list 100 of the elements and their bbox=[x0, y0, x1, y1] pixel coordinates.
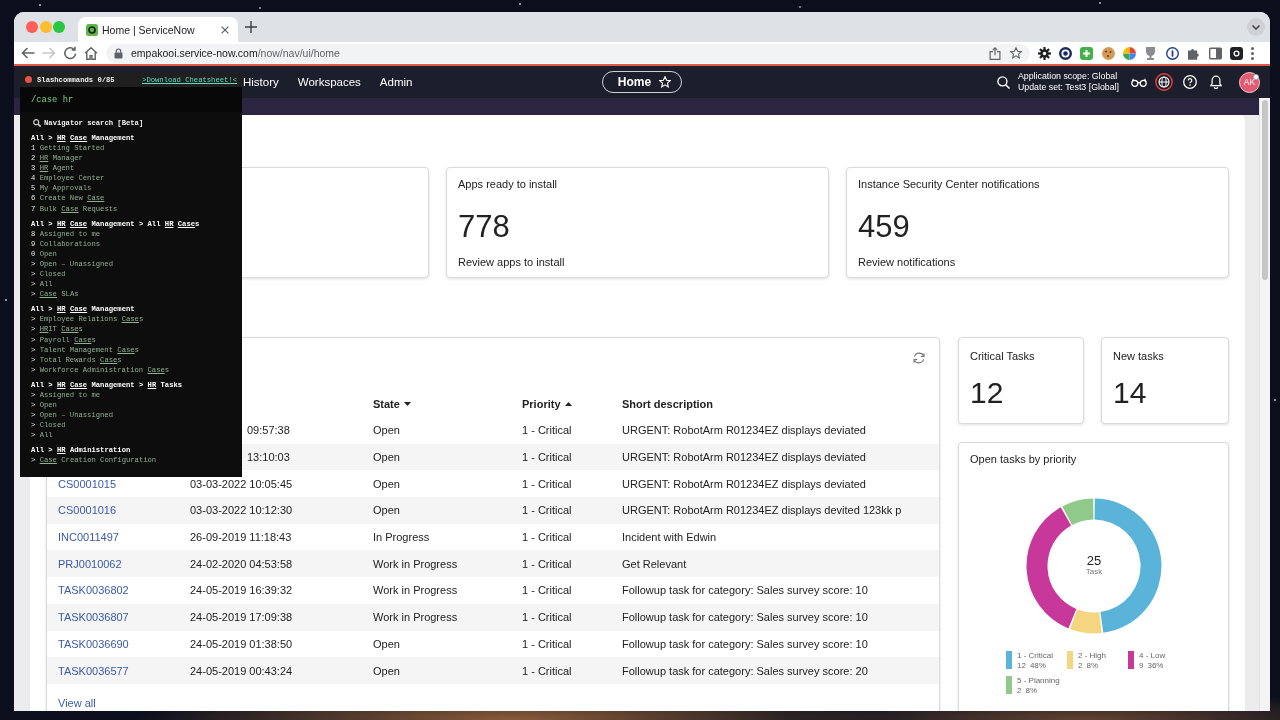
table-cell: 03-03-2022 10:05:45 bbox=[190, 477, 293, 490]
search-icon[interactable] bbox=[996, 75, 1010, 89]
update-set-text[interactable]: Update set: Test3 [Global] bbox=[1017, 82, 1119, 93]
chevron-down-icon[interactable] bbox=[1247, 18, 1265, 36]
home-icon[interactable] bbox=[84, 46, 98, 60]
record-link[interactable]: TASK0036690 bbox=[58, 637, 129, 650]
lock-icon bbox=[114, 47, 123, 59]
table-cell: 09:57:38 bbox=[247, 424, 290, 437]
table-cell: 1 - Critical bbox=[522, 477, 572, 490]
table-cell: Open bbox=[373, 664, 400, 677]
cup-icon[interactable] bbox=[1144, 46, 1158, 60]
donut-segment[interactable] bbox=[1061, 498, 1093, 525]
legend-count: 2 bbox=[1078, 660, 1083, 670]
command-input[interactable]: /case hr bbox=[20, 87, 242, 112]
table-cell: 1 - Critical bbox=[522, 637, 572, 650]
nav-menu-item[interactable]: Admin bbox=[379, 76, 413, 88]
record-link[interactable]: CS0001015 bbox=[58, 477, 117, 490]
table-cell: 24-05-2019 16:39:32 bbox=[190, 584, 293, 597]
table-cell: Followup task for category: Sales survey score: 10 bbox=[622, 637, 868, 650]
table-cell: Work in Progress bbox=[373, 611, 458, 624]
help-icon[interactable] bbox=[1183, 75, 1197, 89]
table-cell: 1 - Critical bbox=[522, 611, 572, 624]
record-link[interactable]: TASK0036807 bbox=[58, 611, 129, 624]
table-cell: 1 - Critical bbox=[522, 664, 572, 677]
legend-count: 2 bbox=[1017, 685, 1022, 695]
table-cell: 1 - Critical bbox=[522, 531, 572, 544]
table-cell: URGENT: RobotArm R01234EZ displays devited 123kk p bbox=[622, 504, 902, 517]
application-scope-text[interactable]: Application scope: Global bbox=[1017, 71, 1119, 82]
chart-total: 25 bbox=[1086, 553, 1101, 568]
scrollbar[interactable] bbox=[1259, 98, 1270, 711]
nav-menu-item[interactable]: History bbox=[243, 76, 279, 88]
chart-total-label: Task bbox=[1085, 567, 1102, 576]
table-cell: In Progress bbox=[373, 531, 430, 544]
share-icon[interactable] bbox=[988, 46, 1001, 60]
gear-icon[interactable] bbox=[1037, 46, 1051, 60]
record-link[interactable]: INC0011497 bbox=[58, 531, 119, 544]
table-cell: 03-03-2022 10:12:30 bbox=[190, 504, 293, 517]
review-link[interactable]: Review apps to install bbox=[458, 255, 565, 269]
legend-label: 2 - High bbox=[1078, 651, 1106, 661]
refresh-icon[interactable] bbox=[913, 352, 925, 364]
card-title: New tasks bbox=[1113, 349, 1164, 363]
table-cell: 1 - Critical bbox=[522, 451, 572, 464]
card-value: 14 bbox=[1113, 376, 1147, 410]
table-cell: Open bbox=[373, 504, 400, 517]
table-cell: 1 - Critical bbox=[522, 584, 572, 597]
address-bar[interactable]: empakooi.service-now.com/now/nav/ui/home bbox=[106, 43, 1030, 63]
status-dot-icon bbox=[1253, 74, 1259, 80]
review-link[interactable]: Review notifications bbox=[858, 255, 956, 269]
glasses-icon[interactable] bbox=[1131, 77, 1147, 87]
donut-segment[interactable] bbox=[1026, 507, 1076, 629]
table-cell: Work in Progress bbox=[373, 557, 458, 570]
column-header[interactable]: Priority bbox=[522, 398, 572, 410]
table-cell: URGENT: RobotArm R01234EZ displays deviated bbox=[622, 477, 866, 490]
card-title: Instance Security Center notifications bbox=[858, 177, 1040, 191]
legend-label: 1 - Critical bbox=[1017, 651, 1053, 661]
pinwheel-icon[interactable] bbox=[1123, 46, 1137, 60]
card-value: 12 bbox=[970, 376, 1004, 410]
legend-label: 4 - Low bbox=[1139, 651, 1166, 661]
table-cell: 1 - Critical bbox=[522, 424, 572, 437]
record-link[interactable]: PRJ0010062 bbox=[58, 557, 122, 570]
table-cell: 1 - Critical bbox=[522, 504, 572, 517]
search-icon bbox=[33, 119, 41, 127]
ring-icon[interactable] bbox=[1058, 46, 1072, 60]
table-cell: Followup task for category: Sales survey score: 10 bbox=[622, 584, 868, 597]
browser-tab[interactable]: Home | ServiceNow bbox=[78, 17, 238, 42]
column-header[interactable]: Short description bbox=[622, 398, 714, 410]
close-icon[interactable] bbox=[221, 25, 229, 34]
legend-percent: 48% bbox=[1029, 660, 1046, 670]
plus-icon[interactable] bbox=[245, 21, 257, 33]
tile-icon[interactable] bbox=[1230, 46, 1243, 60]
donut-segment[interactable] bbox=[1069, 609, 1102, 634]
menu-icon[interactable] bbox=[1251, 46, 1255, 60]
record-link[interactable]: TASK0036577 bbox=[58, 664, 129, 677]
record-link[interactable]: TASK0036802 bbox=[58, 584, 129, 597]
nav-menu-item[interactable]: Workspaces bbox=[297, 76, 361, 88]
reload-icon[interactable] bbox=[63, 46, 77, 60]
table-cell: Followup task for category: Sales survey score: 20 bbox=[622, 664, 868, 677]
legend-label: 5 - Planning bbox=[1017, 676, 1060, 686]
table-cell: 24-05-2019 17:09:38 bbox=[190, 611, 293, 624]
table-cell: 1 - Critical bbox=[522, 557, 572, 570]
table-cell: Work in Progress bbox=[373, 584, 458, 597]
puzzle-icon[interactable] bbox=[1187, 46, 1201, 60]
table-cell: 24-05-2019 01:38:50 bbox=[190, 637, 293, 650]
table-cell: Open bbox=[373, 477, 400, 490]
globe-icon[interactable] bbox=[1155, 73, 1173, 91]
sidebar-icon[interactable] bbox=[1208, 46, 1222, 60]
bell-icon[interactable] bbox=[1210, 75, 1222, 89]
column-header[interactable]: State bbox=[373, 398, 411, 410]
star-icon[interactable] bbox=[1009, 47, 1022, 59]
record-link[interactable]: CS0001016 bbox=[58, 504, 117, 517]
cookie-icon[interactable] bbox=[1101, 46, 1115, 60]
legend-percent: 36% bbox=[1147, 660, 1164, 670]
plus-tile-icon[interactable] bbox=[1080, 46, 1094, 60]
view-all-link[interactable]: View all bbox=[58, 696, 96, 710]
ring-bar-icon[interactable] bbox=[1165, 46, 1179, 60]
user-avatar[interactable]: AK bbox=[1239, 71, 1260, 93]
back-arrow-icon[interactable] bbox=[21, 46, 35, 60]
legend-count: 12 bbox=[1017, 660, 1026, 670]
ring-tile-icon bbox=[86, 23, 98, 36]
table-cell: Open bbox=[373, 637, 400, 650]
